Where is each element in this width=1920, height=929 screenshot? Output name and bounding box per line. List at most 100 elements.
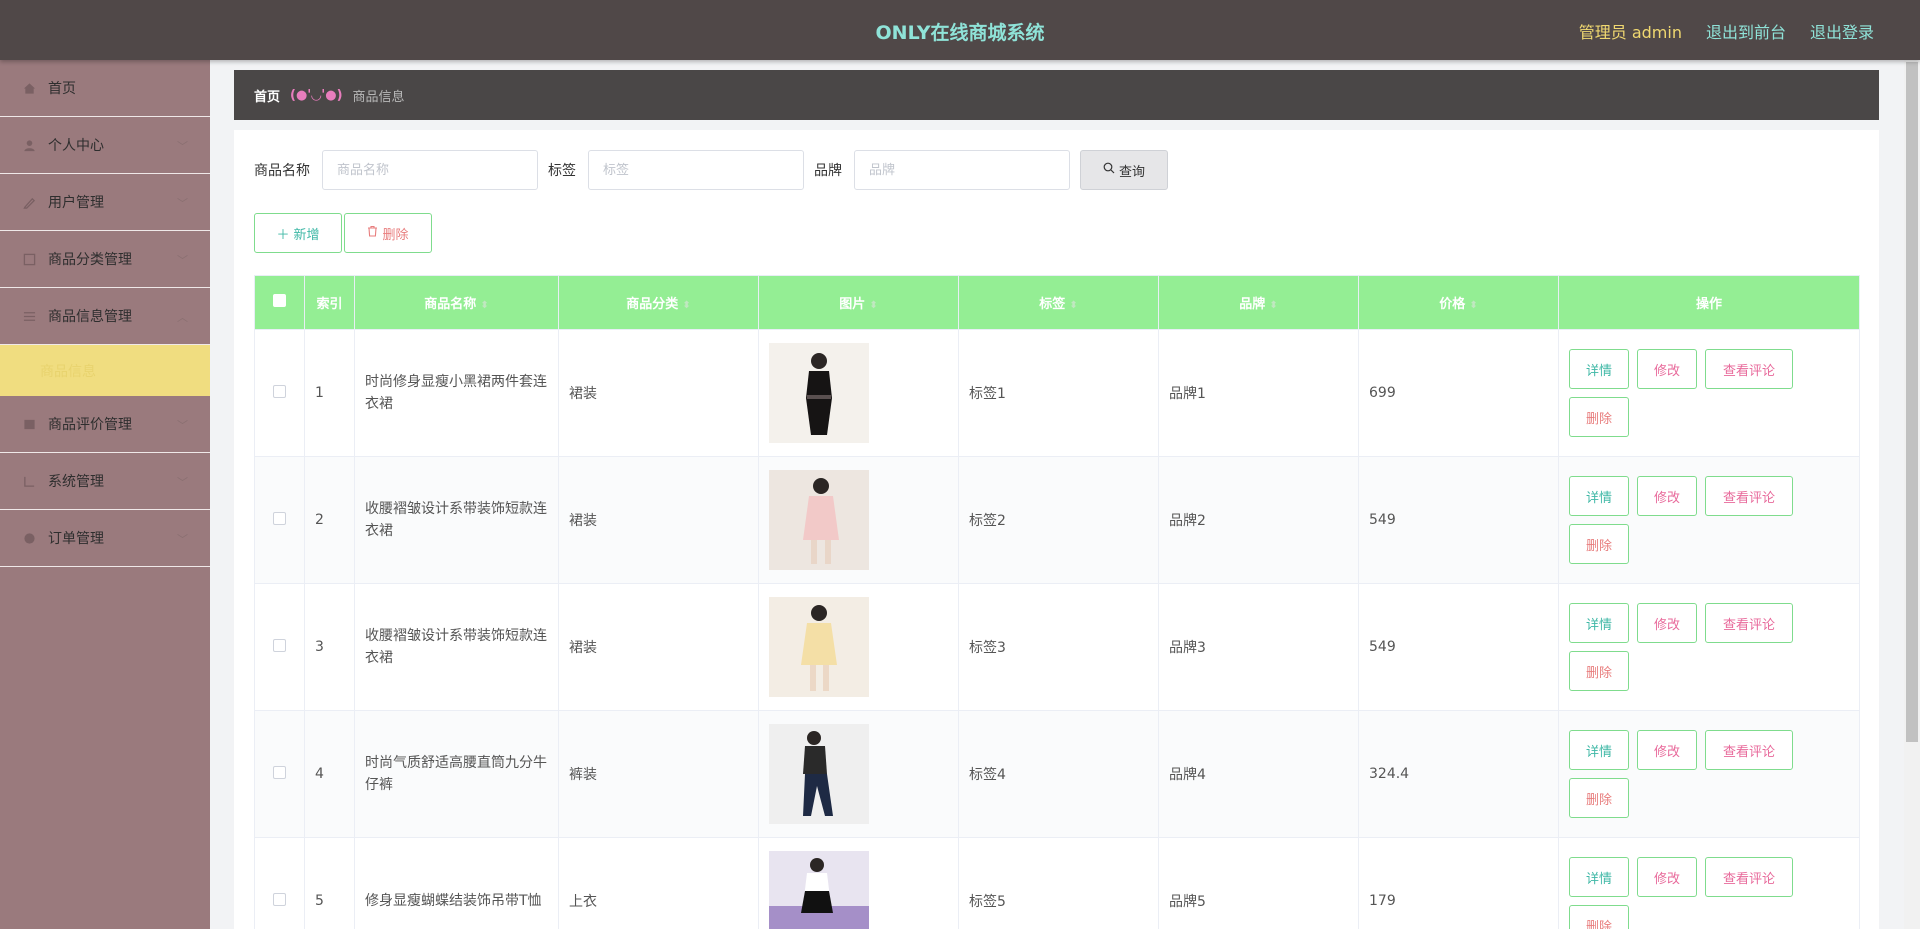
detail-button[interactable]: 详情: [1569, 730, 1629, 770]
logout-link[interactable]: 退出登录: [1810, 19, 1874, 43]
query-button[interactable]: 查询: [1080, 150, 1168, 190]
sidebar-item-label: 用户管理: [48, 195, 104, 211]
product-image: [769, 597, 869, 697]
delete-button[interactable]: 删除: [1569, 524, 1629, 564]
row-actions: 详情 修改 查看评论 删除: [1569, 603, 1799, 691]
chevron-down-icon: ﹀: [177, 419, 188, 432]
column-header[interactable]: 图片 ⬍: [758, 275, 959, 330]
product-category: 裙装: [558, 583, 759, 711]
detail-button[interactable]: 详情: [1569, 857, 1629, 897]
chevron-down-icon: ﹀: [177, 254, 188, 267]
sidebar-item-label: 商品分类管理: [48, 252, 132, 268]
delete-button[interactable]: 删除: [1569, 651, 1629, 691]
view-reviews-button[interactable]: 查看评论: [1705, 603, 1793, 643]
top-header: ONLY在线商城系统 管理员 admin 退出到前台 退出登录: [0, 0, 1920, 60]
select-all-checkbox[interactable]: [273, 294, 286, 307]
product-brand: 品牌2: [1158, 456, 1359, 584]
brand-search-input[interactable]: [854, 150, 1070, 190]
breadcrumb-home[interactable]: 首页: [254, 86, 280, 105]
sort-icon[interactable]: ⬍: [1069, 300, 1077, 311]
detail-button[interactable]: 详情: [1569, 603, 1629, 643]
main-content: 首页 (●'◡'●) 商品信息 商品名称 标签 品牌 查询 ＋ 新增: [210, 60, 1902, 929]
delete-button[interactable]: 删除: [1569, 778, 1629, 818]
product-price: 699: [1358, 329, 1559, 457]
sidebar-item-reviews[interactable]: 商品评价管理 ﹀: [0, 396, 210, 453]
trash-icon: [367, 225, 378, 241]
delete-button[interactable]: 删除: [1569, 397, 1629, 437]
category-icon: [22, 252, 36, 266]
row-checkbox[interactable]: [273, 511, 286, 525]
edit-button[interactable]: 修改: [1637, 349, 1697, 389]
row-checkbox[interactable]: [273, 892, 286, 906]
row-actions: 详情 修改 查看评论 删除: [1569, 730, 1799, 818]
row-index: 5: [304, 837, 355, 929]
sidebar-item-label: 系统管理: [48, 474, 104, 490]
sidebar-item-users[interactable]: 用户管理 ﹀: [0, 174, 210, 231]
sidebar-item-goods[interactable]: 商品信息管理 ︿: [0, 288, 210, 345]
product-image: [769, 470, 869, 570]
column-header[interactable]: 标签 ⬍: [958, 275, 1159, 330]
query-button-label: 查询: [1118, 164, 1145, 180]
row-checkbox[interactable]: [273, 384, 286, 398]
sidebar-item-category[interactable]: 商品分类管理 ﹀: [0, 231, 210, 288]
product-tag: 标签1: [958, 329, 1159, 457]
action-buttons: ＋ 新增 删除: [254, 213, 432, 253]
sort-icon[interactable]: ⬍: [1469, 300, 1477, 311]
view-reviews-button[interactable]: 查看评论: [1705, 476, 1793, 516]
product-tag: 标签3: [958, 583, 1159, 711]
sort-icon[interactable]: ⬍: [869, 300, 877, 311]
row-index: 2: [304, 456, 355, 584]
edit-button[interactable]: 修改: [1637, 730, 1697, 770]
view-reviews-button[interactable]: 查看评论: [1705, 349, 1793, 389]
vertical-scrollbar-thumb[interactable]: [1906, 62, 1918, 742]
row-checkbox[interactable]: [273, 638, 286, 652]
batch-delete-button[interactable]: 删除: [344, 213, 432, 253]
column-header[interactable]: 品牌 ⬍: [1158, 275, 1359, 330]
detail-button[interactable]: 详情: [1569, 349, 1629, 389]
edit-button[interactable]: 修改: [1637, 603, 1697, 643]
header-actions: 管理员 admin 退出到前台 退出登录: [1579, 19, 1874, 43]
product-brand: 品牌5: [1158, 837, 1359, 929]
add-button[interactable]: ＋ 新增: [254, 213, 342, 253]
sidebar-subitem-goods-info[interactable]: 商品信息: [0, 345, 210, 396]
tag-search-input[interactable]: [588, 150, 804, 190]
view-reviews-button[interactable]: 查看评论: [1705, 730, 1793, 770]
row-actions: 详情 修改 查看评论 删除: [1569, 857, 1799, 929]
name-label: 商品名称: [254, 163, 310, 179]
product-tag: 标签5: [958, 837, 1159, 929]
column-header[interactable]: 商品名称 ⬍: [354, 275, 559, 330]
breadcrumb: 首页 (●'◡'●) 商品信息: [234, 70, 1879, 120]
row-checkbox[interactable]: [273, 765, 286, 779]
delete-button[interactable]: 删除: [1569, 905, 1629, 929]
search-icon: [1103, 162, 1115, 178]
view-reviews-button[interactable]: 查看评论: [1705, 857, 1793, 897]
row-index: 4: [304, 710, 355, 838]
select-all-cell[interactable]: [254, 275, 305, 330]
column-header[interactable]: 价格 ⬍: [1358, 275, 1559, 330]
product-price: 179: [1358, 837, 1559, 929]
column-header[interactable]: 商品分类 ⬍: [558, 275, 759, 330]
sidebar-item-orders[interactable]: 订单管理 ﹀: [0, 510, 210, 567]
column-header: 索引: [304, 275, 355, 330]
table-row: 4 时尚气质舒适高腰直筒九分牛仔裤 裤装 标签4 品牌4 324.4 详情 修改…: [254, 710, 1860, 838]
edit-button[interactable]: 修改: [1637, 857, 1697, 897]
product-name: 修身显瘦蝴蝶结装饰吊带T恤: [354, 837, 559, 929]
sidebar-item-label: 个人中心: [48, 138, 104, 154]
sort-icon[interactable]: ⬍: [682, 300, 690, 311]
sidebar-item-label: 商品信息管理: [48, 309, 132, 325]
delete-button-label: 删除: [382, 227, 409, 243]
product-brand: 品牌3: [1158, 583, 1359, 711]
name-search-input[interactable]: [322, 150, 538, 190]
product-name: 时尚修身显瘦小黑裙两件套连衣裙: [354, 329, 559, 457]
sort-icon[interactable]: ⬍: [1269, 300, 1277, 311]
edit-button[interactable]: 修改: [1637, 476, 1697, 516]
product-image: [769, 724, 869, 824]
sidebar-item-home[interactable]: 首页: [0, 60, 210, 117]
row-index: 1: [304, 329, 355, 457]
exit-to-front-link[interactable]: 退出到前台: [1706, 19, 1786, 43]
sort-icon[interactable]: ⬍: [480, 300, 488, 311]
detail-button[interactable]: 详情: [1569, 476, 1629, 516]
sidebar-item-system[interactable]: 系统管理 ﹀: [0, 453, 210, 510]
table-row: 3 收腰褶皱设计系带装饰短款连衣裙 裙装 标签3 品牌3 549 详情 修改 查…: [254, 583, 1860, 711]
sidebar-item-personal[interactable]: 个人中心 ﹀: [0, 117, 210, 174]
